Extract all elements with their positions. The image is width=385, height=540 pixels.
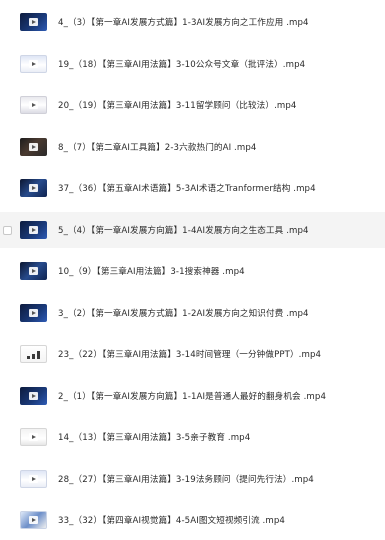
- thumbnail-bar: [27, 356, 30, 359]
- play-icon: [29, 101, 38, 109]
- video-thumbnail: [20, 511, 47, 529]
- play-icon: [29, 226, 38, 234]
- list-item[interactable]: 37_（36）【第五章AI术语篇】5-3AI术语之Tranformer结构 .m…: [0, 170, 385, 206]
- play-icon: [29, 143, 38, 151]
- file-name: 5_（4）【第一章AI发展方向篇】1-4AI发展方向之生态工具 .mp4: [58, 226, 309, 236]
- list-item[interactable]: 28_（27）【第三章AI用法篇】3-19法务顾问（提问先行法）.mp4: [0, 461, 385, 497]
- play-icon: [29, 267, 38, 275]
- file-name: 10_（9）【第三章AI用法篇】3-1搜索神器 .mp4: [58, 267, 245, 277]
- list-item[interactable]: 23_（22）【第三章AI用法篇】3-14时间管理（一分钟做PPT）.mp4: [0, 336, 385, 372]
- video-thumbnail: [20, 55, 47, 73]
- list-item[interactable]: 2_（1）【第一章AI发展方向篇】1-1AI是普通人最好的翻身机会 .mp4: [0, 378, 385, 414]
- file-name: 23_（22）【第三章AI用法篇】3-14时间管理（一分钟做PPT）.mp4: [58, 350, 322, 360]
- file-name: 14_（13）【第三章AI用法篇】3-5亲子教育 .mp4: [58, 433, 251, 443]
- list-item[interactable]: 19_（18）【第三章AI用法篇】3-10公众号文章（批评法）.mp4: [0, 46, 385, 82]
- list-item[interactable]: 20_（19）【第三章AI用法篇】3-11留学顾问（比较法）.mp4: [0, 87, 385, 123]
- file-name: 4_（3）【第一章AI发展方式篇】1-3AI发展方向之工作应用 .mp4: [58, 18, 309, 28]
- list-item[interactable]: 33_（32）【第四章AI视觉篇】4-5AI图文短视频引流 .mp4: [0, 502, 385, 538]
- play-icon: [29, 60, 38, 68]
- file-list: 4_（3）【第一章AI发展方式篇】1-3AI发展方向之工作应用 .mp4 19_…: [0, 0, 385, 540]
- list-item[interactable]: 14_（13）【第三章AI用法篇】3-5亲子教育 .mp4: [0, 419, 385, 455]
- play-icon: [29, 184, 38, 192]
- file-name: 8_（7）【第二章AI工具篇】2-3六款热门的AI .mp4: [58, 143, 257, 153]
- play-icon: [29, 475, 38, 483]
- file-name: 19_（18）【第三章AI用法篇】3-10公众号文章（批评法）.mp4: [58, 60, 306, 70]
- video-thumbnail: [20, 470, 47, 488]
- file-name: 3_（2）【第一章AI发展方式篇】1-2AI发展方向之知识付费 .mp4: [58, 309, 309, 319]
- list-item[interactable]: 8_（7）【第二章AI工具篇】2-3六款热门的AI .mp4: [0, 129, 385, 165]
- video-thumbnail: [20, 387, 47, 405]
- video-thumbnail: [20, 221, 47, 239]
- video-thumbnail: [20, 345, 47, 363]
- file-name: 33_（32）【第四章AI视觉篇】4-5AI图文短视频引流 .mp4: [58, 516, 285, 526]
- play-icon: [29, 433, 38, 441]
- play-icon: [29, 309, 38, 317]
- file-name: 37_（36）【第五章AI术语篇】5-3AI术语之Tranformer结构 .m…: [58, 184, 316, 194]
- file-name: 2_（1）【第一章AI发展方向篇】1-1AI是普通人最好的翻身机会 .mp4: [58, 392, 327, 402]
- video-thumbnail: [20, 262, 47, 280]
- file-name: 28_（27）【第三章AI用法篇】3-19法务顾问（提问先行法）.mp4: [58, 475, 314, 485]
- select-checkbox[interactable]: [3, 225, 12, 235]
- list-item[interactable]: 4_（3）【第一章AI发展方式篇】1-3AI发展方向之工作应用 .mp4: [0, 4, 385, 40]
- thumbnail-bar: [32, 354, 35, 359]
- play-icon: [29, 18, 38, 26]
- list-item-selected[interactable]: 5_（4）【第一章AI发展方向篇】1-4AI发展方向之生态工具 .mp4: [0, 212, 385, 248]
- video-thumbnail: [20, 428, 47, 446]
- list-item[interactable]: 3_（2）【第一章AI发展方式篇】1-2AI发展方向之知识付费 .mp4: [0, 295, 385, 331]
- list-item[interactable]: 10_（9）【第三章AI用法篇】3-1搜索神器 .mp4: [0, 253, 385, 289]
- thumbnail-bar: [37, 351, 40, 359]
- video-thumbnail: [20, 13, 47, 31]
- play-icon: [29, 392, 38, 400]
- play-icon: [29, 516, 38, 524]
- video-thumbnail: [20, 138, 47, 156]
- video-thumbnail: [20, 179, 47, 197]
- file-name: 20_（19）【第三章AI用法篇】3-11留学顾问（比较法）.mp4: [58, 101, 297, 111]
- video-thumbnail: [20, 96, 47, 114]
- video-thumbnail: [20, 304, 47, 322]
